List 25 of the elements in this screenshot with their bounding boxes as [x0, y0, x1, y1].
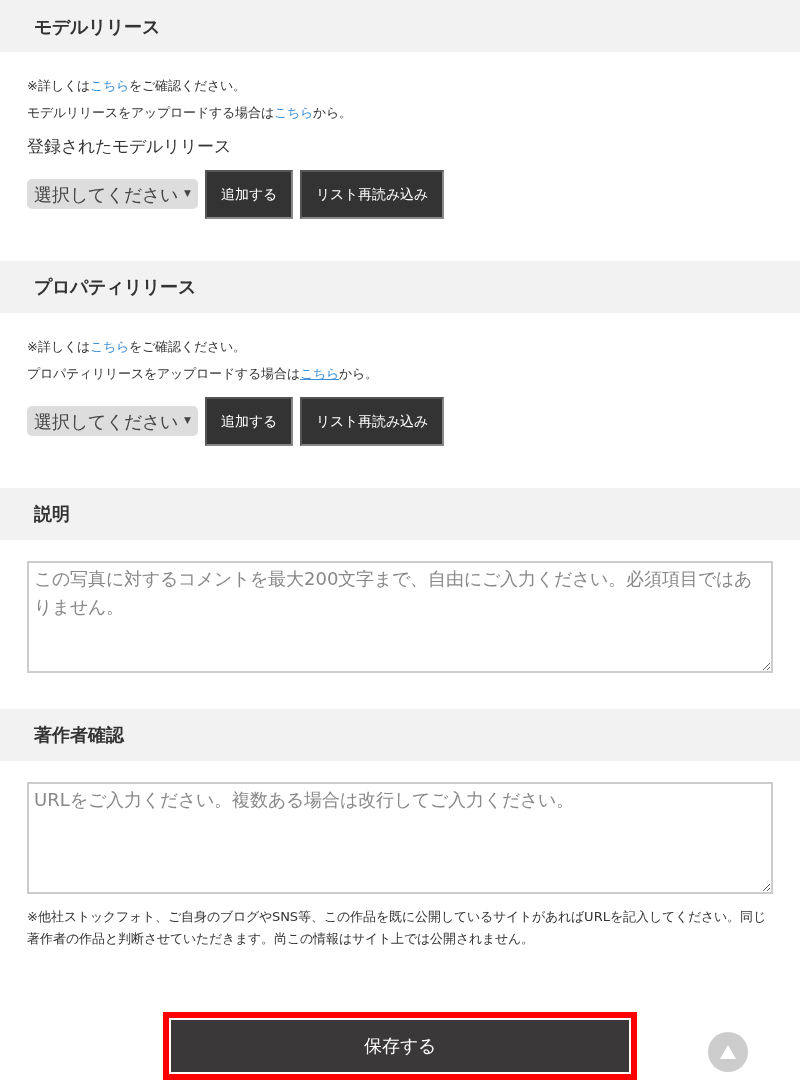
section-header: 著作者確認 [0, 708, 800, 761]
info-text: モデルリリースをアップロードする場合はこちらから。 [27, 104, 353, 122]
info-text: ※詳しくはこちら をご確認ください。 [27, 337, 247, 356]
select-dropdown[interactable]: 選択してください ▼ [27, 179, 198, 209]
section-header: モデルリリース [0, 0, 800, 52]
link[interactable]: こちら [300, 365, 339, 381]
link[interactable]: こちら [89, 338, 129, 354]
save-button[interactable]: 保存する [169, 1017, 631, 1074]
action-button[interactable]: リスト再読み込み [299, 396, 444, 446]
action-button[interactable]: 追加する [204, 169, 293, 219]
link[interactable]: こちら [89, 78, 129, 93]
scroll-top-button[interactable] [708, 1031, 748, 1072]
section-header: プロパティリリース [0, 260, 800, 313]
subsection-title: 登録されたモデルリリース [27, 135, 232, 158]
info-text: ※詳しくはこちら をご確認ください。 [27, 77, 247, 95]
text-area[interactable]: URLをご入力ください。複数ある場合は改行してご入力ください。 [27, 781, 773, 894]
note-text: ※他社ストックフォト、ご自身のブログやSNS等、この作品を既に公開しているサイトがあればURLを記入してください。同じ著作者の作品と判断させていただきます。尚この情報はサイト上では公開されません。 [27, 907, 767, 948]
link[interactable]: こちら [274, 105, 313, 120]
select-dropdown[interactable]: 選択してください ▼ [27, 406, 198, 436]
action-button[interactable]: 追加する [204, 396, 293, 446]
action-button[interactable]: リスト再読み込み [299, 169, 444, 219]
up-triangle-icon [719, 1043, 737, 1060]
text-area[interactable]: この写真に対するコメントを最大200文字まで、自由にご入力ください。必須項目ではありません。 [27, 560, 773, 673]
info-text: プロパティリリースをアップロードする場合はこちらから。 [27, 364, 379, 383]
section-header: 説明 [0, 487, 800, 540]
